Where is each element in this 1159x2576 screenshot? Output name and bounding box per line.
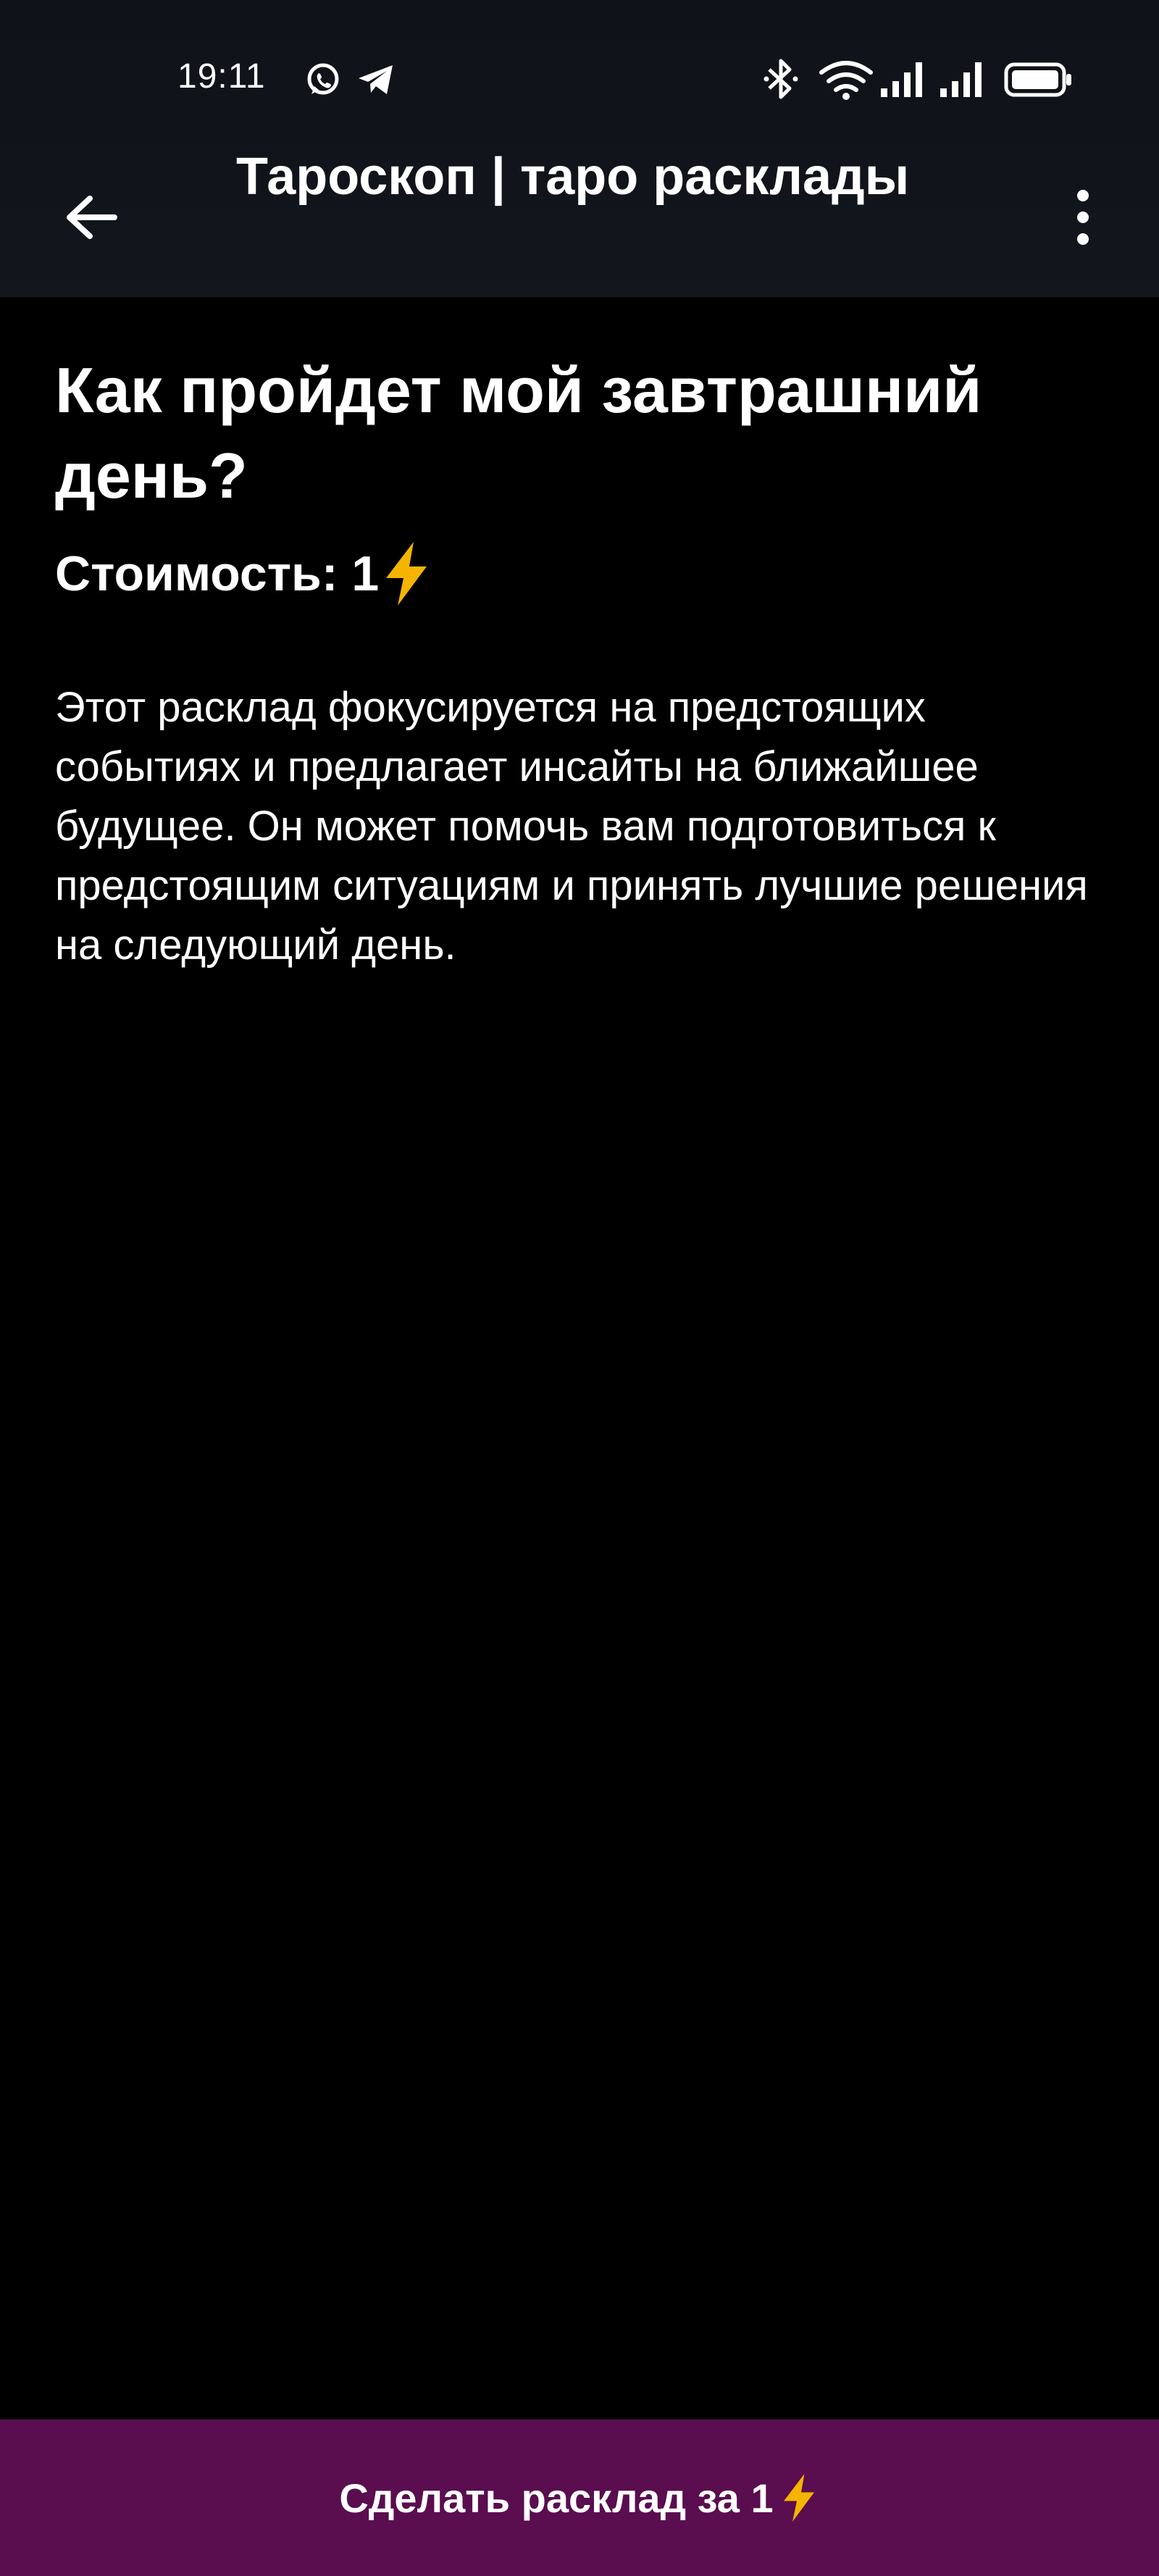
- wifi-icon: [819, 61, 873, 100]
- app-bar: Тароскоп | таро расклады: [0, 138, 1159, 297]
- spread-description: Этот расклад фокусируется на предстоящих…: [55, 684, 1088, 969]
- spread-cost: Стоимость: 1: [55, 539, 1113, 609]
- spread-details: Как пройдет мой завтрашний день? Стоимос…: [55, 348, 1113, 975]
- signal-icon: [881, 62, 922, 97]
- make-spread-label: Сделать расклад за 1: [339, 2475, 774, 2521]
- spread-title: Как пройдет мой завтрашний день?: [55, 354, 982, 511]
- lightning-icon: [386, 542, 427, 606]
- more-options-button[interactable]: [1043, 174, 1123, 261]
- telegram-icon: [359, 65, 393, 94]
- arrow-left-icon: [67, 196, 117, 239]
- bluetooth-icon: [763, 59, 798, 99]
- back-button[interactable]: [48, 174, 135, 261]
- make-spread-button[interactable]: Сделать расклад за 1: [0, 2420, 1159, 2576]
- status-bar: 19:11: [0, 0, 1159, 145]
- app-title: Тароскоп | таро расклады: [236, 148, 910, 206]
- status-time: 19:11: [177, 57, 266, 96]
- battery-icon: [1004, 62, 1071, 97]
- whatsapp-icon: [307, 63, 339, 95]
- more-vertical-icon: [1077, 190, 1089, 201]
- cost-label: Стоимость: 1: [55, 546, 380, 601]
- make-spread-button-content: Сделать расклад за 1: [339, 2472, 819, 2524]
- lightning-icon: [783, 2474, 814, 2522]
- signal-icon: [940, 62, 982, 97]
- top-area: 19:11 Тароскоп | таро расклады: [0, 0, 1159, 297]
